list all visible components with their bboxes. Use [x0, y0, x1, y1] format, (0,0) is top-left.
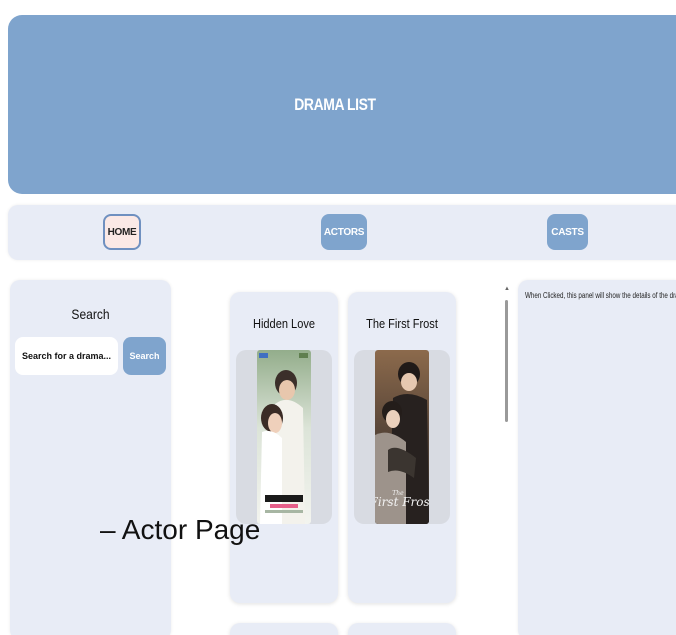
vertical-scrollbar[interactable]: ▲: [503, 286, 510, 635]
header-banner: DRAMA LIST: [8, 15, 676, 194]
poster-frame: First Frost The: [354, 350, 450, 524]
drama-poster[interactable]: [257, 350, 311, 524]
drama-card[interactable]: Hidden Love: [230, 292, 338, 603]
actors-button[interactable]: ACTORS: [321, 214, 367, 250]
scroll-up-arrow-icon[interactable]: ▲: [504, 286, 510, 292]
drama-card[interactable]: [348, 623, 456, 635]
page-title: DRAMA LIST: [294, 94, 377, 114]
details-placeholder-text: When Clicked, this panel will show the d…: [525, 291, 676, 300]
page-caption: – Actor Page: [100, 514, 261, 545]
navigation-bar: HOME ACTORS CASTS: [8, 205, 676, 260]
drama-details-panel: When Clicked, this panel will show the d…: [518, 280, 676, 635]
drama-poster[interactable]: First Frost The: [375, 350, 429, 524]
top-strip: [0, 0, 676, 10]
search-panel: Search Search: [10, 280, 171, 635]
scrollbar-thumb[interactable]: [505, 300, 508, 422]
casts-button[interactable]: CASTS: [547, 214, 588, 250]
drama-card[interactable]: [230, 623, 338, 635]
drama-title: The First Frost: [366, 316, 438, 331]
svg-text:First Frost: First Frost: [375, 495, 429, 509]
search-title: Search: [71, 306, 110, 322]
search-button[interactable]: Search: [123, 337, 166, 375]
drama-title: Hidden Love: [252, 316, 316, 331]
search-input[interactable]: [15, 337, 118, 375]
home-button[interactable]: HOME: [103, 214, 141, 250]
svg-text:The: The: [392, 490, 404, 497]
poster-frame: [236, 350, 332, 524]
drama-card[interactable]: The First Frost First Fros: [348, 292, 456, 603]
